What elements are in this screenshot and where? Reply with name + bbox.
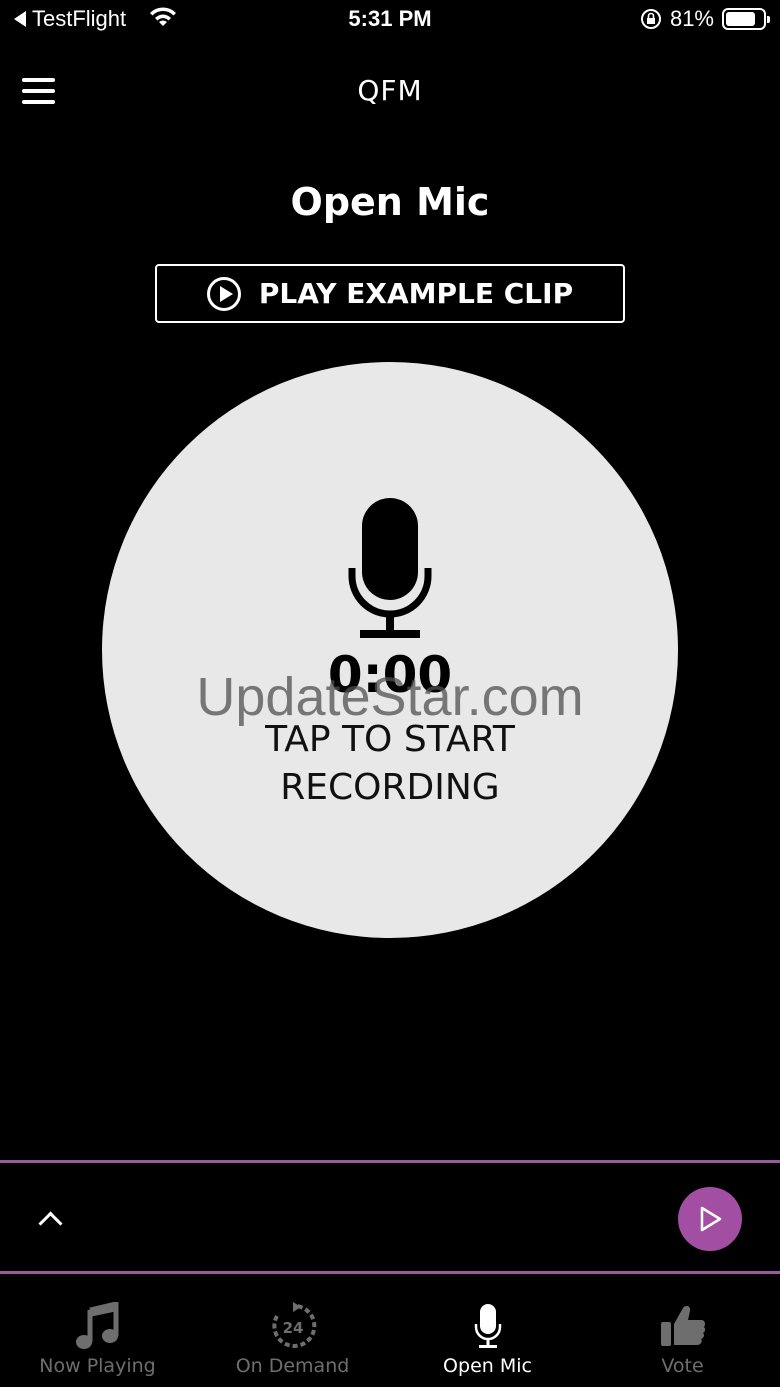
tap-line-2: RECORDING bbox=[280, 767, 500, 808]
tap-line-1: TAP TO START bbox=[265, 719, 515, 760]
mini-player bbox=[0, 1160, 780, 1274]
tab-label-on-demand: On Demand bbox=[235, 1355, 350, 1377]
svg-text:24: 24 bbox=[282, 1319, 303, 1337]
tab-on-demand[interactable]: 24 On Demand bbox=[195, 1277, 390, 1387]
tab-label-open-mic: Open Mic bbox=[443, 1355, 532, 1377]
mini-play-button[interactable] bbox=[678, 1187, 742, 1251]
tab-vote[interactable]: Vote bbox=[585, 1277, 780, 1387]
thumbs-up-icon bbox=[660, 1305, 705, 1346]
nav-bar: QFM bbox=[0, 60, 780, 120]
status-bar: TestFlight 5:31 PM 81% bbox=[0, 0, 780, 40]
tab-bar: Now Playing 24 On Demand Open Mic Vote bbox=[0, 1277, 780, 1387]
record-button[interactable]: 0:00 UpdateStar.com TAP TO START RECORDI… bbox=[102, 362, 678, 938]
tap-to-record-text: TAP TO START RECORDING bbox=[102, 716, 678, 812]
chevron-up-icon[interactable] bbox=[38, 1207, 62, 1231]
status-right: 81% bbox=[640, 6, 770, 32]
page-title: Open Mic bbox=[290, 180, 490, 224]
tab-label-now-playing: Now Playing bbox=[39, 1355, 156, 1377]
app-screen: TestFlight 5:31 PM 81% QFM Open Mic PLAY… bbox=[0, 0, 780, 1387]
music-note-icon bbox=[75, 1302, 118, 1349]
play-circle-icon bbox=[206, 276, 241, 311]
microphone-icon bbox=[348, 498, 432, 638]
app-title: QFM bbox=[357, 74, 423, 107]
orientation-lock-icon bbox=[640, 9, 661, 29]
tab-label-vote: Vote bbox=[661, 1355, 704, 1377]
battery-icon bbox=[722, 8, 770, 30]
play-icon bbox=[700, 1206, 722, 1232]
tab-open-mic[interactable]: Open Mic bbox=[390, 1277, 585, 1387]
play-example-clip-label: PLAY EXAMPLE CLIP bbox=[258, 277, 574, 310]
battery-percent: 81% bbox=[669, 6, 714, 31]
microphone-icon bbox=[474, 1304, 501, 1348]
on-demand-24-icon: 24 bbox=[271, 1302, 316, 1348]
tab-now-playing[interactable]: Now Playing bbox=[0, 1277, 195, 1387]
play-example-clip-button[interactable]: PLAY EXAMPLE CLIP bbox=[155, 264, 625, 323]
battery-fill bbox=[726, 12, 756, 26]
